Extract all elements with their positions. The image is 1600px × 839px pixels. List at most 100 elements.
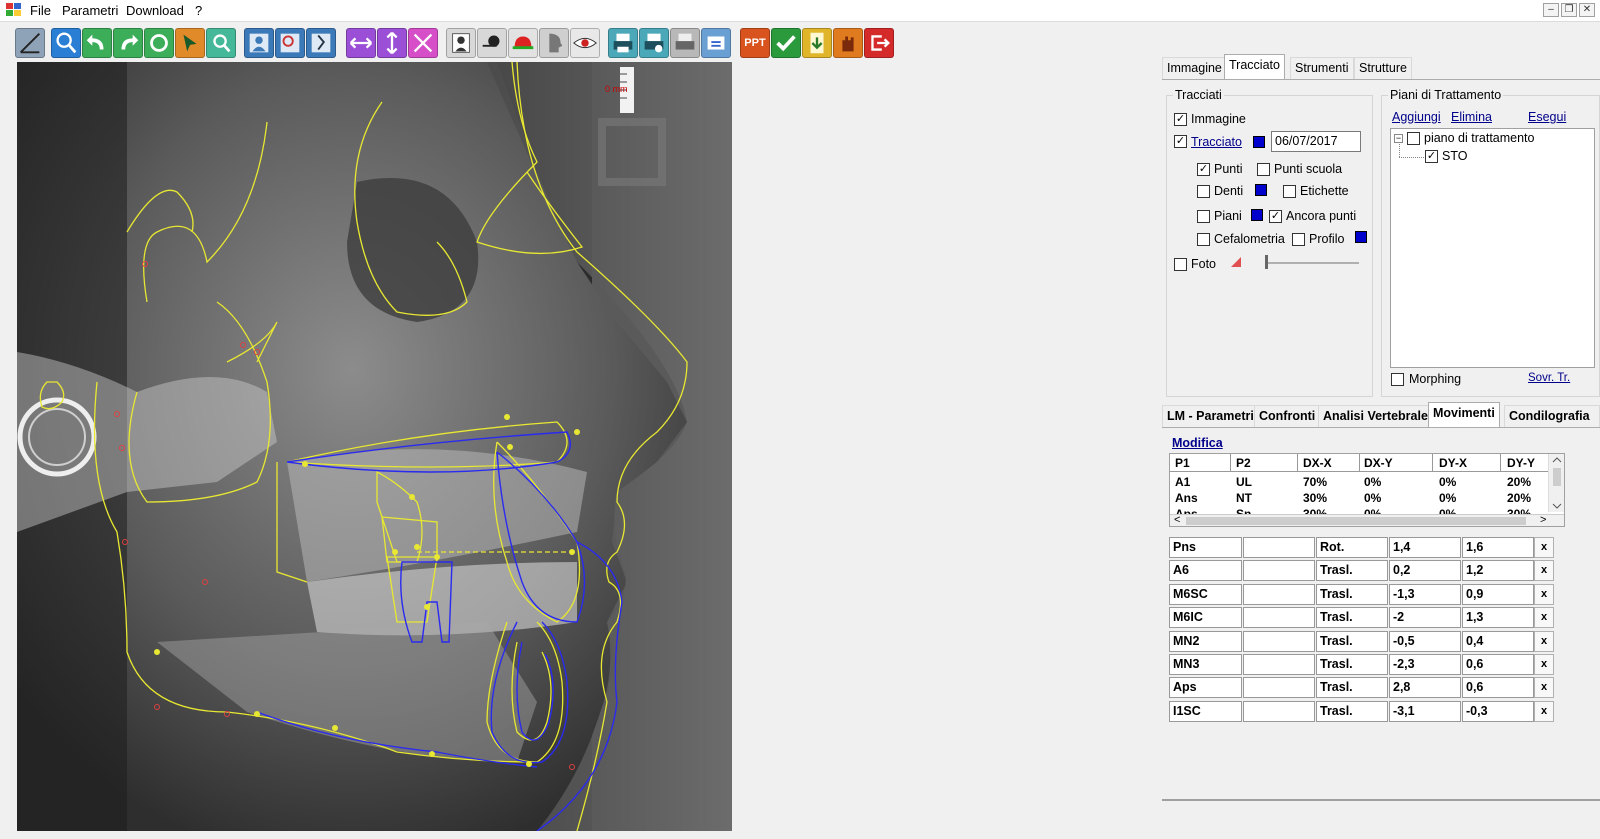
menu-file[interactable]: File	[30, 3, 51, 18]
hat-icon[interactable]	[508, 28, 538, 58]
print-setup-icon[interactable]	[670, 28, 700, 58]
movement-type-cell[interactable]: Rot.	[1316, 537, 1388, 558]
movement-name-cell[interactable]: A6	[1169, 560, 1242, 582]
horizontal-scrollbar[interactable]: < >	[1170, 514, 1564, 526]
profilo-checkbox[interactable]	[1292, 233, 1305, 246]
remove-movement-button[interactable]: x	[1534, 654, 1554, 675]
movement-empty-cell[interactable]	[1243, 607, 1315, 629]
remove-movement-button[interactable]: x	[1534, 630, 1554, 652]
tab-lm-parametri[interactable]: LM - Parametri	[1162, 405, 1259, 427]
remove-movement-button[interactable]: x	[1534, 700, 1554, 722]
movement-empty-cell[interactable]	[1243, 677, 1315, 699]
movement-row[interactable]: Pns Rot. 1,4 1,6 x	[1162, 537, 1562, 558]
tab-confronti[interactable]: Confronti	[1254, 405, 1321, 427]
tab-strutture[interactable]: Strutture	[1354, 57, 1412, 79]
tab-movimenti[interactable]: Movimenti	[1428, 402, 1500, 427]
tree-child-checkbox[interactable]: ✓	[1425, 150, 1438, 163]
elimina-link[interactable]: Elimina	[1451, 110, 1492, 124]
immagine-checkbox[interactable]: ✓	[1174, 113, 1187, 126]
movement-row[interactable]: I1SC Trasl. -3,1 -0,3 x	[1162, 700, 1562, 722]
ppt-icon[interactable]: PPT	[740, 28, 770, 58]
export-icon[interactable]	[701, 28, 731, 58]
movement-name-cell[interactable]: M6IC	[1169, 607, 1242, 629]
tab-condilografia[interactable]: Condilografia	[1504, 405, 1600, 427]
movement-name-cell[interactable]: I1SC	[1169, 700, 1242, 722]
movement-type-cell[interactable]: Trasl.	[1316, 630, 1388, 652]
movement-v1-cell[interactable]: -0,5	[1389, 630, 1461, 652]
hand-icon[interactable]	[833, 28, 863, 58]
pointer-icon[interactable]	[175, 28, 205, 58]
eye-icon[interactable]	[570, 28, 600, 58]
movement-v1-cell[interactable]: 0,2	[1389, 560, 1461, 582]
movement-v1-cell[interactable]: 2,8	[1389, 677, 1461, 699]
cefalometria-checkbox[interactable]	[1197, 233, 1210, 246]
tab-strumenti[interactable]: Strumenti	[1290, 57, 1354, 79]
vertical-scrollbar[interactable]	[1548, 454, 1564, 512]
scroll-left-icon[interactable]: <	[1174, 514, 1180, 526]
tab-analisi-vertebrale[interactable]: Analisi Vertebrale	[1318, 405, 1433, 427]
movement-row[interactable]: A6 Trasl. 0,2 1,2 x	[1162, 560, 1562, 582]
skull-profile-icon[interactable]	[539, 28, 569, 58]
movement-type-cell[interactable]: Trasl.	[1316, 700, 1388, 722]
movement-empty-cell[interactable]	[1243, 560, 1315, 582]
movement-v1-cell[interactable]: -3,1	[1389, 700, 1461, 722]
tree-root-checkbox[interactable]	[1407, 132, 1420, 145]
tree-child-label[interactable]: STO	[1442, 149, 1467, 163]
movement-v2-cell[interactable]: 1,2	[1462, 560, 1534, 582]
movement-v2-cell[interactable]: 1,6	[1462, 537, 1534, 558]
movement-v2-cell[interactable]: 0,6	[1462, 677, 1534, 699]
exit-icon[interactable]	[864, 28, 894, 58]
patient-icon[interactable]	[244, 28, 274, 58]
piani-color-swatch[interactable]	[1251, 209, 1263, 221]
punti-checkbox[interactable]: ✓	[1197, 163, 1210, 176]
sovr-tr-link[interactable]: Sovr. Tr.	[1528, 372, 1570, 384]
movement-empty-cell[interactable]	[1243, 654, 1315, 675]
movement-v1-cell[interactable]: 1,4	[1389, 537, 1461, 558]
tab-immagine[interactable]: Immagine	[1162, 57, 1227, 79]
redo-icon[interactable]	[113, 28, 143, 58]
movement-row[interactable]: MN2 Trasl. -0,5 0,4 x	[1162, 630, 1562, 652]
menu-download[interactable]: Download	[126, 3, 184, 18]
morphing-checkbox[interactable]	[1391, 373, 1404, 386]
punti-scuola-checkbox[interactable]	[1257, 163, 1270, 176]
movement-row[interactable]: MN3 Trasl. -2,3 0,6 x	[1162, 654, 1562, 675]
denti-checkbox[interactable]	[1197, 185, 1210, 198]
patient-search-icon[interactable]	[275, 28, 305, 58]
vertical-move-icon[interactable]	[377, 28, 407, 58]
restore-button[interactable]: ❐	[1561, 3, 1577, 17]
movement-name-cell[interactable]: MN2	[1169, 630, 1242, 652]
movement-type-cell[interactable]: Trasl.	[1316, 607, 1388, 629]
aggiungi-link[interactable]: Aggiungi	[1392, 110, 1441, 124]
undo-icon[interactable]	[82, 28, 112, 58]
movement-name-cell[interactable]: MN3	[1169, 654, 1242, 675]
movement-name-cell[interactable]: Pns	[1169, 537, 1242, 558]
foto-checkbox[interactable]	[1174, 258, 1187, 271]
tree-root-label[interactable]: piano di trattamento	[1424, 131, 1535, 145]
movement-name-cell[interactable]: Aps	[1169, 677, 1242, 699]
movement-v2-cell[interactable]: 0,6	[1462, 654, 1534, 675]
tracciato-checkbox[interactable]: ✓	[1174, 135, 1187, 148]
movement-v2-cell[interactable]: 0,4	[1462, 630, 1534, 652]
movement-empty-cell[interactable]	[1243, 700, 1315, 722]
face-icon[interactable]	[446, 28, 476, 58]
print-icon[interactable]	[608, 28, 638, 58]
piani-checkbox[interactable]	[1197, 210, 1210, 223]
ruler-tool-icon[interactable]	[15, 28, 45, 58]
cephalometric-xray-view[interactable]: 0 mm	[17, 62, 732, 831]
menu-help[interactable]: ?	[195, 3, 202, 18]
menu-parametri[interactable]: Parametri	[62, 3, 118, 18]
opacity-slider-thumb[interactable]	[1265, 255, 1268, 269]
tracciato-color-swatch[interactable]	[1253, 136, 1265, 148]
movement-v2-cell[interactable]: 0,9	[1462, 583, 1534, 605]
scroll-right-icon[interactable]: >	[1540, 514, 1546, 526]
print-preview-icon[interactable]	[639, 28, 669, 58]
remove-movement-button[interactable]: x	[1534, 607, 1554, 629]
tracciato-date-field[interactable]: 06/07/2017	[1271, 131, 1361, 152]
esegui-link[interactable]: Esegui	[1528, 110, 1566, 124]
movement-v2-cell[interactable]: 1,3	[1462, 607, 1534, 629]
movement-type-cell[interactable]: Trasl.	[1316, 677, 1388, 699]
opacity-slider[interactable]	[1265, 262, 1359, 264]
close-button[interactable]: ✕	[1579, 3, 1595, 17]
movement-empty-cell[interactable]	[1243, 583, 1315, 605]
remove-movement-button[interactable]: x	[1534, 583, 1554, 605]
